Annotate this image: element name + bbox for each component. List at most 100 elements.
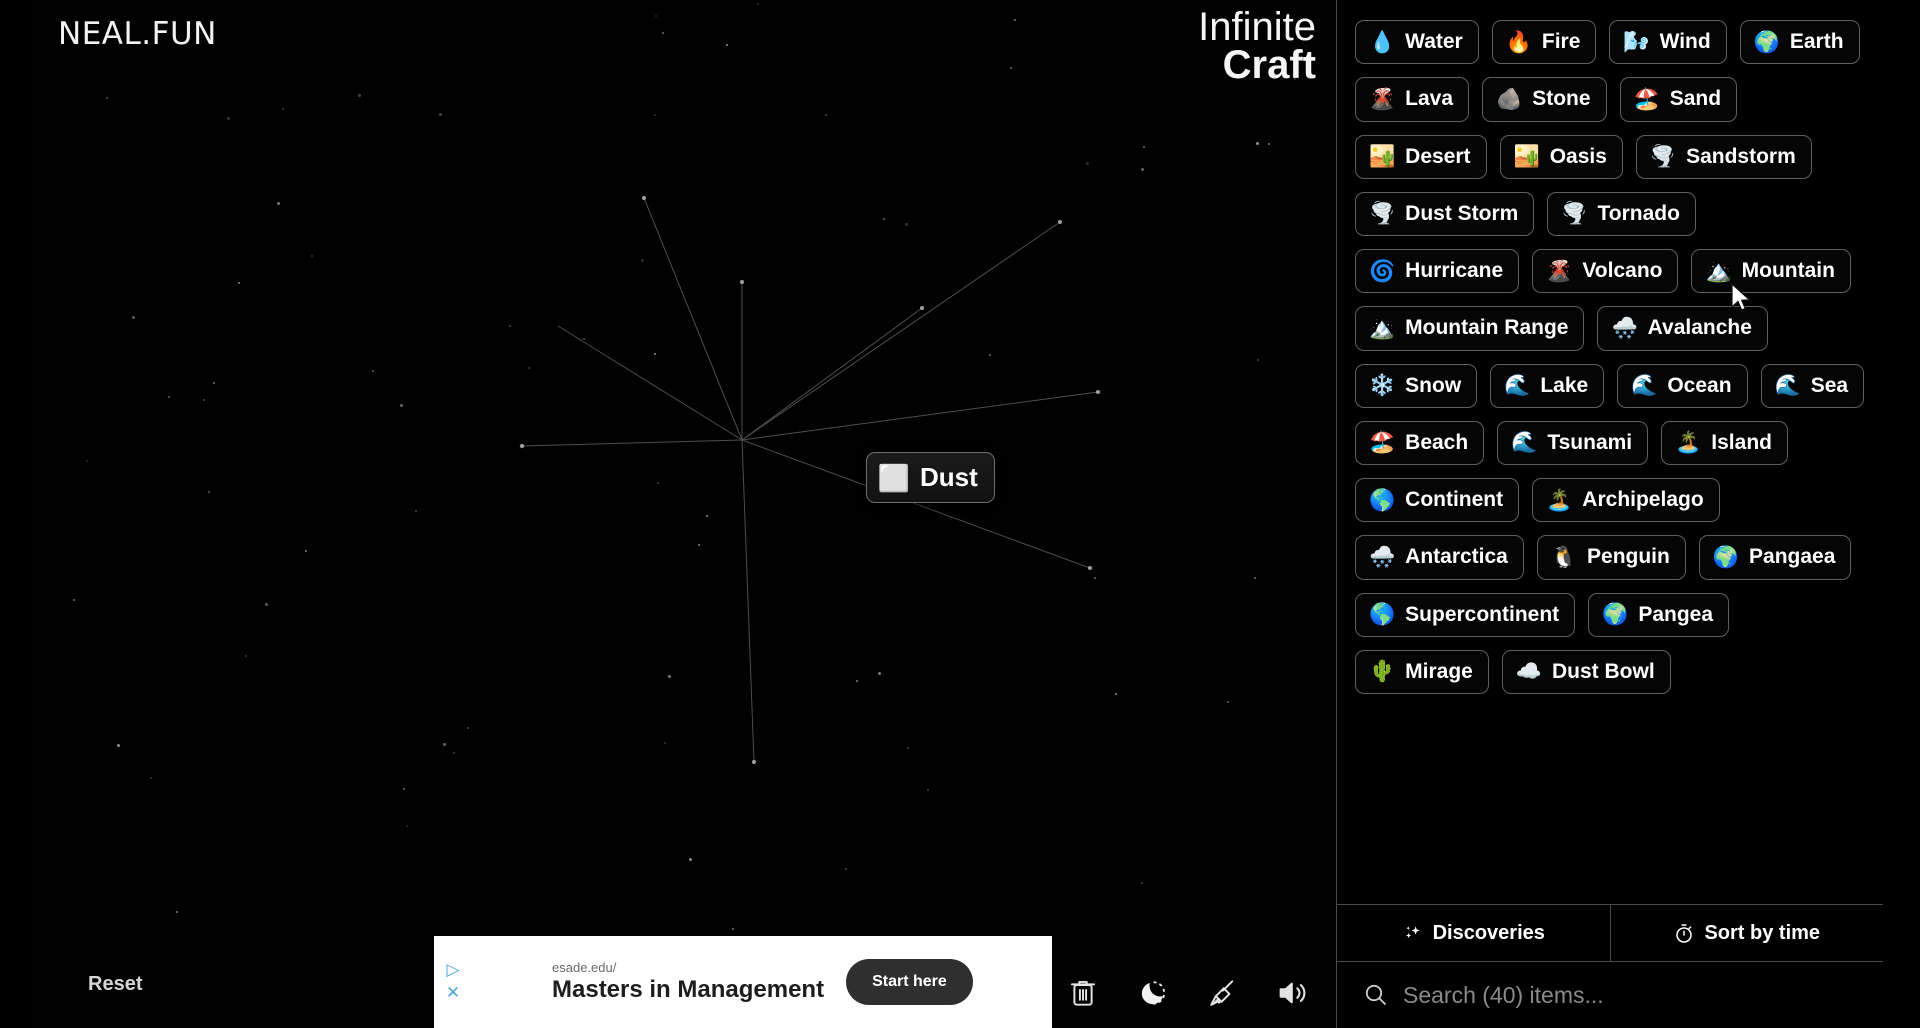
element-item[interactable]: 💧 Water: [1355, 20, 1479, 65]
element-item[interactable]: 🪨 Stone: [1482, 77, 1607, 122]
element-label: Dust Storm: [1405, 201, 1519, 225]
search-input[interactable]: [1403, 981, 1857, 1009]
search-icon: [1363, 982, 1389, 1008]
element-emoji-icon: 🏜️: [1513, 144, 1540, 169]
element-label: Beach: [1405, 430, 1469, 454]
element-item[interactable]: 🌍 Pangaea: [1698, 535, 1852, 580]
element-emoji-icon: 🏔️: [1369, 315, 1396, 340]
discoveries-button[interactable]: Discoveries: [1337, 905, 1610, 961]
element-item[interactable]: 🌵 Mirage: [1355, 649, 1489, 694]
element-emoji-icon: 🪨: [1496, 86, 1523, 111]
element-label: Continent: [1405, 488, 1504, 511]
ad-cta-button[interactable]: Start here: [846, 959, 973, 1005]
element-item[interactable]: 🌍 Pangea: [1588, 592, 1730, 637]
element-emoji-icon: 🌨️: [1369, 544, 1396, 569]
element-emoji-icon: 🌎: [1369, 487, 1396, 512]
element-item[interactable]: 🌋 Lava: [1355, 77, 1470, 122]
crafting-canvas[interactable]: NEAL.FUN ⬜ Dust Reset ▷ ✕ esade.edu/ Mas…: [30, 0, 1336, 1028]
element-emoji-icon: 🏝️: [1675, 430, 1702, 455]
moon-icon[interactable]: [1136, 976, 1170, 1010]
ad-info-icon[interactable]: ▷: [446, 962, 459, 979]
element-item[interactable]: 🏖️ Beach: [1355, 420, 1485, 465]
element-label: Pangea: [1638, 602, 1714, 626]
element-item[interactable]: 🌪️ Dust Storm: [1355, 191, 1535, 236]
element-item[interactable]: 🌊 Tsunami: [1497, 420, 1649, 465]
element-item[interactable]: 🏝️ Island: [1661, 420, 1788, 465]
ad-close-icon[interactable]: ✕: [446, 985, 460, 1002]
element-item[interactable]: 🌪️ Tornado: [1547, 191, 1696, 236]
element-item[interactable]: ❄️ Snow: [1355, 363, 1478, 408]
element-item[interactable]: 🏔️ Mountain: [1691, 249, 1851, 294]
elements-list-wrapper[interactable]: 💧 Water 🔥 Fire 🌬️ Wind 🌍 Earth 🌋 Lava 🪨 Stone 🏖️ Sand…: [1337, 0, 1883, 904]
element-item[interactable]: 🌎 Supercontinent: [1355, 592, 1576, 637]
element-emoji-icon: 🏔️: [1705, 258, 1732, 283]
dust-icon: ⬜: [877, 462, 911, 493]
element-item[interactable]: 🌍 Earth: [1739, 20, 1860, 65]
discoveries-label: Discoveries: [1432, 921, 1545, 944]
element-label: Desert: [1405, 144, 1471, 168]
element-label: Tornado: [1597, 201, 1680, 225]
element-item[interactable]: 🐧 Penguin: [1536, 535, 1686, 580]
element-emoji-icon: 🌍: [1602, 602, 1629, 627]
element-emoji-icon: 💧: [1369, 29, 1396, 54]
stopwatch-icon: [1673, 922, 1695, 944]
element-emoji-icon: 🏖️: [1369, 430, 1396, 455]
advertisement-banner[interactable]: ▷ ✕ esade.edu/ Masters in Management Sta…: [434, 936, 1052, 1028]
trash-icon[interactable]: [1066, 976, 1100, 1010]
element-item[interactable]: 🌊 Lake: [1490, 363, 1605, 408]
element-label: Water: [1405, 30, 1463, 53]
broom-icon[interactable]: [1206, 976, 1240, 1010]
neal-fun-logo[interactable]: NEAL.FUN: [58, 16, 217, 52]
element-emoji-icon: 🏖️: [1633, 86, 1660, 111]
element-label: Wind: [1659, 30, 1711, 53]
element-item[interactable]: 🏜️ Desert: [1355, 134, 1487, 179]
element-item[interactable]: 🌊 Ocean: [1617, 363, 1748, 408]
element-emoji-icon: 🌵: [1369, 659, 1396, 684]
element-item[interactable]: 🏜️ Oasis: [1499, 134, 1623, 179]
element-label: Sand: [1669, 87, 1722, 111]
connection-lines: [519, 196, 1100, 764]
element-item[interactable]: 🌊 Sea: [1760, 363, 1865, 408]
infinite-craft-app: NEAL.FUN ⬜ Dust Reset ▷ ✕ esade.edu/ Mas…: [0, 0, 1920, 1028]
game-title-line1: Infinite: [1198, 5, 1316, 49]
element-node-dust[interactable]: ⬜ Dust: [866, 452, 995, 503]
element-label: Supercontinent: [1405, 602, 1560, 626]
element-label: Sandstorm: [1686, 144, 1796, 168]
element-label: Lake: [1540, 373, 1589, 397]
element-emoji-icon: 🌪️: [1561, 201, 1588, 226]
element-item[interactable]: 🌀 Hurricane: [1355, 249, 1520, 294]
reset-button[interactable]: Reset: [88, 973, 142, 996]
sort-by-time-button[interactable]: Sort by time: [1609, 905, 1884, 961]
element-emoji-icon: 🌀: [1369, 258, 1396, 283]
element-label: Stone: [1532, 87, 1591, 111]
element-item[interactable]: 🏖️ Sand: [1619, 77, 1738, 122]
element-item[interactable]: 🌨️ Avalanche: [1597, 306, 1768, 351]
element-label: Pangaea: [1749, 545, 1836, 569]
speaker-icon[interactable]: [1276, 976, 1310, 1010]
sidebar-sort-row: Discoveries Sort by time: [1337, 904, 1883, 962]
ad-headline: Masters in Management: [552, 976, 825, 1003]
element-item[interactable]: 🏝️ Archipelago: [1532, 478, 1720, 523]
list-fade-overlay: [1337, 840, 1883, 904]
element-emoji-icon: 🌊: [1511, 430, 1538, 455]
element-item[interactable]: 🌨️ Antarctica: [1355, 535, 1524, 580]
element-emoji-icon: 🌊: [1504, 373, 1531, 398]
element-label: Antarctica: [1405, 545, 1508, 569]
elements-list: 💧 Water 🔥 Fire 🌬️ Wind 🌍 Earth 🌋 Lava 🪨 Stone 🏖️ Sand…: [1337, 0, 1883, 694]
element-item[interactable]: 🌎 Continent: [1355, 478, 1520, 523]
element-item[interactable]: 🌪️ Sandstorm: [1635, 134, 1812, 179]
element-emoji-icon: 🏜️: [1369, 144, 1396, 169]
element-label: Oasis: [1549, 144, 1607, 168]
element-item[interactable]: 🌋 Volcano: [1532, 249, 1679, 294]
element-label: Ocean: [1667, 373, 1732, 397]
element-item[interactable]: 🔥 Fire: [1491, 20, 1597, 65]
element-item[interactable]: 🌬️ Wind: [1609, 20, 1727, 65]
element-label: Archipelago: [1582, 488, 1704, 511]
element-label: Mirage: [1405, 659, 1473, 683]
element-label: Earth: [1789, 30, 1844, 53]
sort-by-time-label: Sort by time: [1704, 921, 1821, 944]
element-item[interactable]: ☁️ Dust Bowl: [1501, 649, 1671, 694]
game-title-line2: Craft: [1222, 43, 1316, 88]
element-item[interactable]: 🏔️ Mountain Range: [1355, 306, 1585, 351]
elements-sidebar: 💧 Water 🔥 Fire 🌬️ Wind 🌍 Earth 🌋 Lava 🪨 Stone 🏖️ Sand…: [1336, 0, 1883, 1028]
